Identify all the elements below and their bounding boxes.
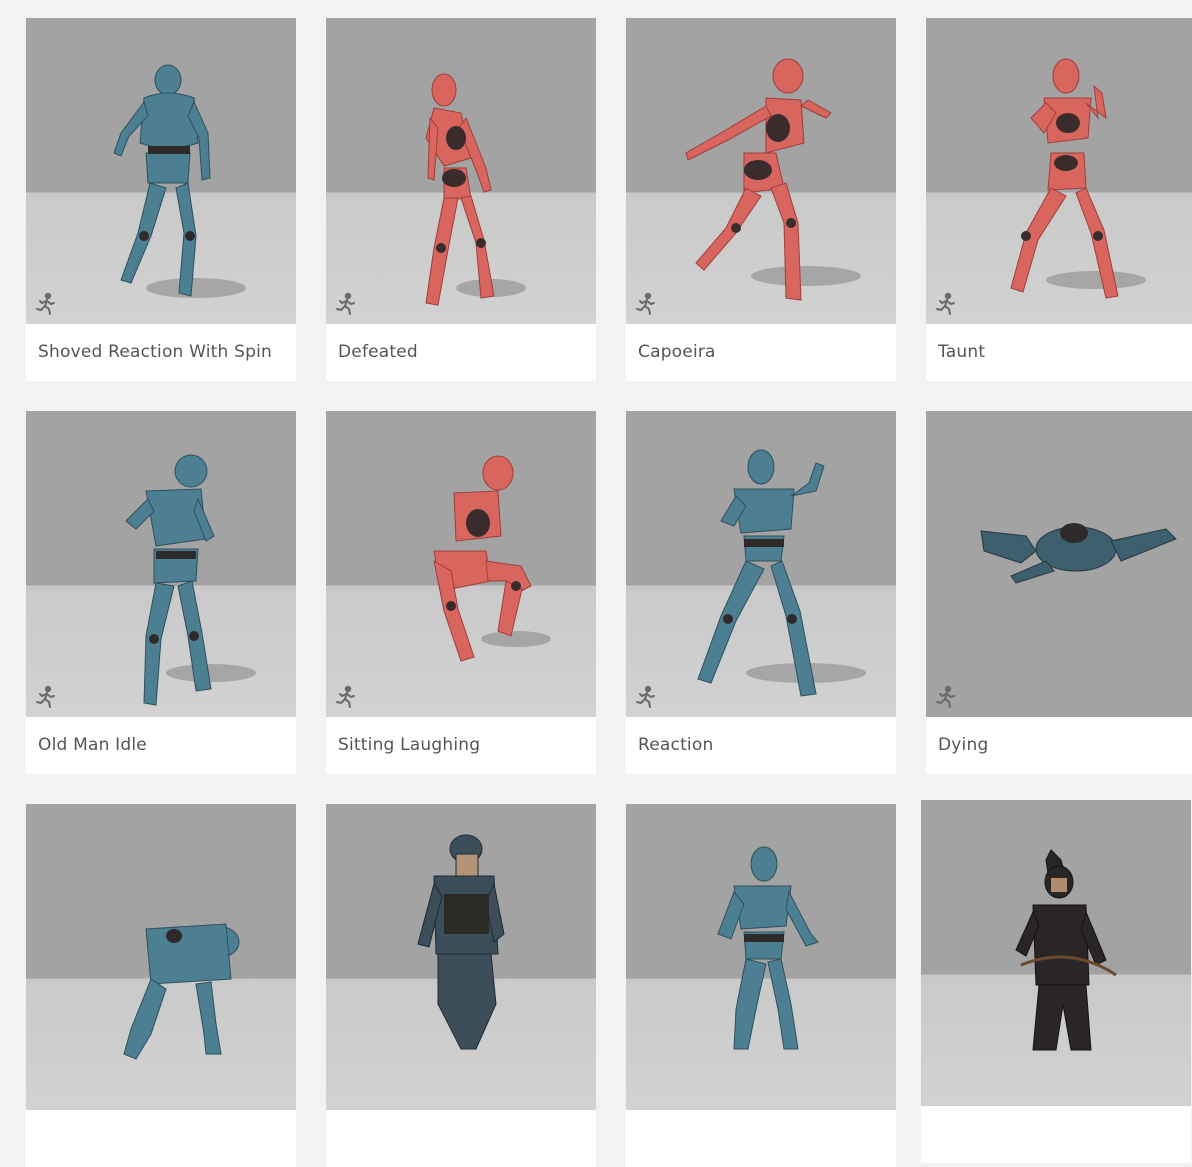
animation-preview: [326, 411, 596, 717]
animation-card[interactable]: Shoved Reaction With Spin: [26, 18, 296, 381]
character-preview: [417, 834, 505, 1050]
animation-title: [326, 1110, 596, 1167]
animation-preview: [326, 18, 596, 324]
character-preview: [433, 455, 551, 662]
animation-preview: [26, 411, 296, 717]
running-figure-icon: [336, 685, 355, 708]
animation-preview: [26, 804, 296, 1110]
animation-preview: [626, 411, 896, 717]
running-figure-icon: [636, 292, 655, 315]
animation-card[interactable]: Taunt: [926, 18, 1192, 381]
character-preview: [980, 523, 1177, 584]
character-preview: [125, 454, 256, 706]
animation-card[interactable]: [26, 804, 296, 1167]
running-figure-icon: [36, 292, 55, 315]
animation-title: Defeated: [338, 342, 418, 362]
animation-title: Capoeira: [638, 342, 716, 362]
animation-preview: [26, 18, 296, 324]
running-figure-icon: [936, 685, 955, 708]
animation-preview: [626, 804, 896, 1110]
animation-card[interactable]: [326, 804, 596, 1167]
animation-preview: [926, 18, 1192, 324]
animation-card[interactable]: Reaction: [626, 411, 896, 774]
animation-title: [26, 1110, 296, 1167]
running-figure-icon: [636, 685, 655, 708]
running-figure-icon: [336, 292, 355, 315]
character-preview: [717, 846, 819, 1050]
animation-title: [921, 1106, 1191, 1163]
character-preview: [685, 58, 861, 301]
animation-title: Old Man Idle: [38, 735, 147, 755]
animation-card[interactable]: Sitting Laughing: [326, 411, 596, 774]
character-preview: [1015, 849, 1117, 1051]
running-figure-icon: [936, 292, 955, 315]
animation-preview: [926, 411, 1192, 717]
animation-title: Taunt: [938, 342, 986, 362]
character-preview: [1010, 58, 1146, 299]
animation-card[interactable]: [921, 800, 1191, 1163]
animation-preview: [326, 804, 596, 1110]
character-preview: [425, 73, 526, 306]
animation-preview: [921, 800, 1191, 1106]
animation-title: Sitting Laughing: [338, 735, 481, 755]
animation-title: Dying: [938, 735, 989, 755]
animation-card[interactable]: Old Man Idle: [26, 411, 296, 774]
character-preview: [123, 923, 240, 1060]
character-preview: [697, 449, 866, 697]
animation-title: Shoved Reaction With Spin: [38, 342, 273, 362]
animation-title: [626, 1110, 896, 1167]
running-figure-icon: [36, 685, 55, 708]
animation-card[interactable]: Dying: [926, 411, 1192, 774]
animation-title: Reaction: [638, 735, 714, 755]
character-preview: [113, 64, 246, 298]
animation-card[interactable]: Capoeira: [626, 18, 896, 381]
animation-card[interactable]: [626, 804, 896, 1167]
animation-card[interactable]: Defeated: [326, 18, 596, 381]
animation-preview: [626, 18, 896, 324]
